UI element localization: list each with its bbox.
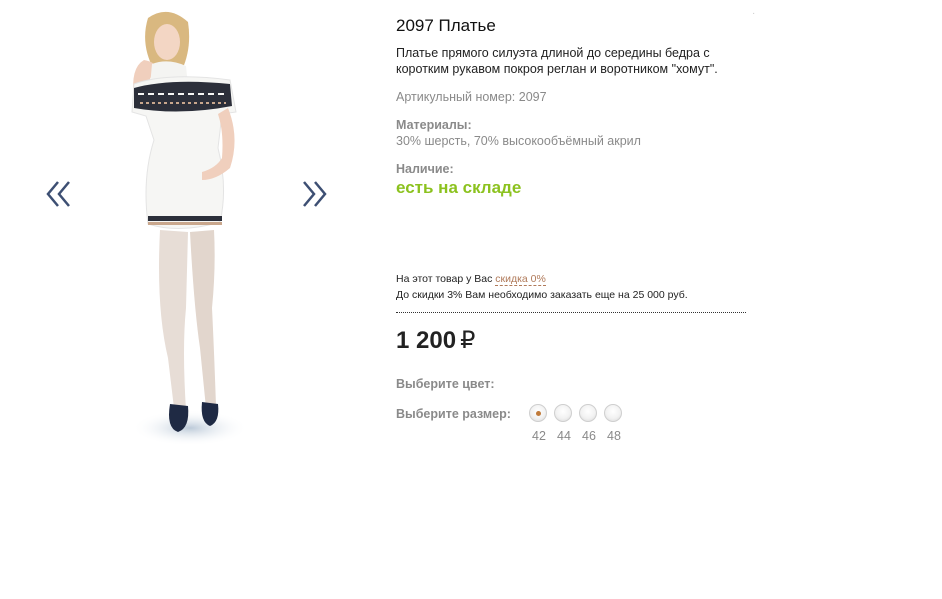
discount-link[interactable]: скидка 0% bbox=[495, 273, 546, 286]
size-option-46[interactable]: 46 bbox=[578, 404, 600, 446]
size-option-42[interactable]: 42 bbox=[528, 404, 550, 446]
size-radio-44[interactable] bbox=[554, 404, 572, 422]
size-radio-42[interactable] bbox=[529, 404, 547, 422]
size-label-46: 46 bbox=[582, 429, 596, 443]
size-option-48[interactable]: 48 bbox=[603, 404, 625, 446]
availability-status: есть на складе bbox=[396, 178, 522, 197]
size-radio-48[interactable] bbox=[604, 404, 622, 422]
size-label-44: 44 bbox=[557, 429, 571, 443]
divider bbox=[396, 312, 746, 313]
product-photo bbox=[131, 11, 248, 446]
price: 1 200 ₽ bbox=[396, 326, 475, 355]
size-label-42: 42 bbox=[532, 429, 546, 443]
availability-label: Наличие: bbox=[396, 162, 454, 176]
discount-info-text: На этот товар у Вас bbox=[396, 273, 496, 285]
color-select-label: Выберите цвет: bbox=[396, 377, 495, 391]
size-option-44[interactable]: 44 bbox=[553, 404, 575, 446]
discount-info: На этот товар у Вас скидка 0% bbox=[396, 273, 546, 286]
double-chevron-right-icon bbox=[303, 181, 327, 207]
product-gallery bbox=[0, 0, 380, 470]
gallery-next-button[interactable] bbox=[294, 168, 334, 220]
size-label-48: 48 bbox=[607, 429, 621, 443]
materials-value: 30% шерсть, 70% высокообъёмный акрил bbox=[396, 134, 641, 148]
product-title: 2097 Платье bbox=[396, 16, 496, 35]
gallery-prev-button[interactable] bbox=[40, 168, 80, 220]
article-number: Артикульный номер: 2097 bbox=[396, 90, 547, 104]
size-radio-46[interactable] bbox=[579, 404, 597, 422]
decorative-mark: · bbox=[752, 8, 756, 19]
size-select-label: Выберите размер: bbox=[396, 407, 511, 421]
double-chevron-left-icon bbox=[46, 181, 70, 207]
price-amount: 1 200 bbox=[396, 327, 457, 354]
discount-threshold-text: До скидки 3% Вам необходимо заказать еще… bbox=[396, 289, 688, 301]
ruble-icon: ₽ bbox=[460, 327, 476, 354]
materials-label: Материалы: bbox=[396, 118, 472, 132]
product-description: Платье прямого силуэта длиной до середин… bbox=[396, 46, 718, 76]
